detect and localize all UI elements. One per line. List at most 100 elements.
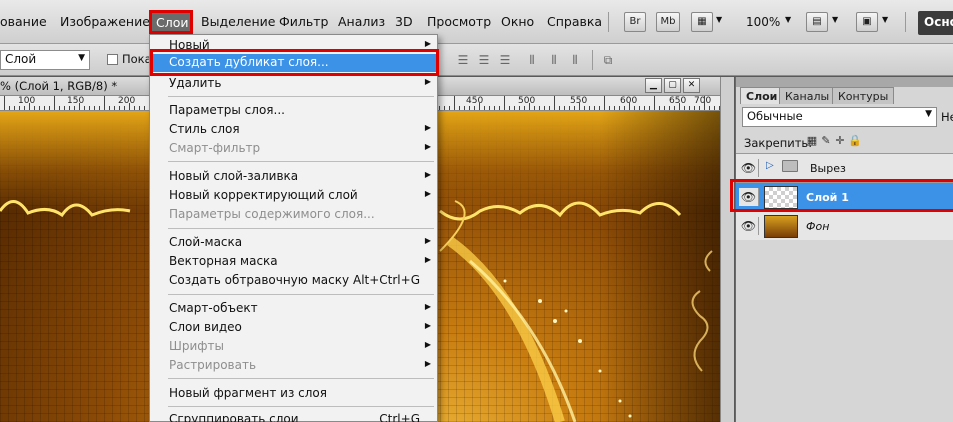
menu-item-label: Стиль слоя [169,122,240,136]
lock-all-icon[interactable]: 🔒 [848,135,862,147]
screen-mode-dropdown-icon[interactable]: ▼ [882,15,888,24]
menu-item-smart-objects[interactable]: Смарт-объект ▶ [150,300,437,318]
menu-help[interactable]: Справка [547,14,602,29]
ruler-tick [684,106,685,110]
menu-item-vector-mask[interactable]: Векторная маска ▶ [150,253,437,271]
workspace-button[interactable]: Осно [918,11,953,35]
ruler-tick [34,106,35,110]
tab-paths[interactable]: Контуры [832,87,895,104]
ruler-label: 100 [18,96,36,106]
minibridge-button[interactable]: Mb [656,12,680,32]
distribute-left-icon[interactable]: ⫴ [524,53,540,67]
ruler-tick [99,106,100,110]
ruler-tick [529,103,530,110]
expand-triangle-icon[interactable]: ▷ [766,160,774,171]
menu-3d[interactable]: 3D [395,14,413,29]
shortcut-label: Alt+Ctrl+G [352,273,420,287]
menu-item-delete[interactable]: Удалить ▶ [150,75,437,93]
lock-position-icon[interactable]: ✛ [834,135,846,147]
auto-align-icon[interactable]: ⧉ [600,53,616,67]
menu-filter[interactable]: Фильтр [279,14,328,29]
distribute-hcenter-icon[interactable]: ⫴ [546,53,562,67]
distribute-top-icon[interactable]: ☰ [455,53,471,67]
submenu-arrow-icon: ▶ [424,302,431,311]
menu-select[interactable]: Выделение [201,14,275,29]
show-transform-checkbox[interactable] [107,54,118,65]
ruler-tick [544,106,545,110]
chevron-down-icon: ▼ [78,53,85,63]
menu-separator [168,228,434,229]
document-vertical-scrollbar[interactable] [720,77,734,422]
ruler-tick [19,106,20,110]
menu-window[interactable]: Окно [501,14,534,29]
distribute-bottom-icon[interactable]: ☰ [497,53,513,67]
submenu-arrow-icon: ▶ [424,255,431,264]
ruler-tick [549,106,550,110]
menu-layers[interactable]: Слои [149,10,193,34]
blend-mode-dropdown[interactable]: Обычные ▼ [742,107,937,127]
view-extras-dropdown-icon[interactable]: ▼ [716,15,722,24]
menu-item-label: Параметры содержимого слоя... [169,207,375,221]
menu-view[interactable]: Просмотр [427,14,491,29]
close-icon[interactable]: ✕ [683,78,700,93]
lock-transparency-icon[interactable]: ▦ [806,135,818,147]
eye-icon[interactable]: 👁 [739,159,759,177]
ruler-tick [629,103,630,110]
layer-row-background[interactable]: 👁 Фон [736,211,953,240]
ruler-tick [54,96,55,110]
auto-select-dropdown[interactable]: Слой ▼ [0,50,90,70]
ruler-tick [24,106,25,110]
view-extras-icon[interactable]: ▦ [691,12,713,32]
menu-item-label: Новый слой-заливка [169,169,299,183]
ruler-tick [84,106,85,110]
menu-item-video-layers[interactable]: Слои видео ▶ [150,319,437,337]
ruler-tick [474,106,475,110]
menu-item-type[interactable]: Шрифты ▶ [150,338,437,356]
menu-item-layer-properties[interactable]: Параметры слоя... [150,102,437,120]
menu-separator [168,161,434,162]
menu-item-new-adjustment-layer[interactable]: Новый корректирующий слой ▶ [150,187,437,205]
menu-item-rasterize[interactable]: Растрировать ▶ [150,357,437,375]
screen-mode-icon[interactable]: ▣ [856,12,878,32]
ruler-tick [79,103,80,110]
arrange-documents-icon[interactable]: ▤ [806,12,828,32]
lock-pixels-icon[interactable]: ✎ [820,135,832,147]
distribute-right-icon[interactable]: ⫴ [567,53,583,67]
ruler-label: 700 [694,96,712,106]
menu-item-new-fill-layer[interactable]: Новый слой-заливка ▶ [150,168,437,186]
zoom-level[interactable]: 100% [746,15,780,29]
ruler-tick [109,106,110,110]
menu-item-label: Шрифты [169,339,224,353]
submenu-arrow-icon: ▶ [424,142,431,151]
ruler-tick [114,106,115,110]
menu-item-create-clipping-mask[interactable]: Создать обтравочную маску Alt+Ctrl+G [150,272,437,290]
menu-item-layer-style[interactable]: Стиль слоя ▶ [150,121,437,139]
tab-layers[interactable]: Слои [740,87,784,104]
menu-image[interactable]: Изображение [60,14,150,29]
layer-name: Фон [806,220,830,233]
menu-analysis[interactable]: Анализ [338,14,385,29]
menu-item-label: Смарт-фильтр [169,141,261,155]
eye-icon[interactable]: 👁 [739,217,759,235]
arrange-dropdown-icon[interactable]: ▼ [832,15,838,24]
distribute-vcenter-icon[interactable]: ☰ [476,53,492,67]
layer-row-group[interactable]: 👁 ▷ Вырез [736,153,953,182]
menu-item-new-layer-based-slice[interactable]: Новый фрагмент из слоя [150,385,437,403]
ruler-tick [44,106,45,110]
tab-channels[interactable]: Каналы [779,87,836,104]
menu-item-smart-filter[interactable]: Смарт-фильтр ▶ [150,140,437,158]
menu-item-group-layers[interactable]: Сгруппировать слои Ctrl+G [150,411,437,422]
ruler-tick [94,106,95,110]
minimize-icon[interactable]: ▁ [645,78,662,93]
maximize-icon[interactable]: ▢ [664,78,681,93]
bridge-button[interactable]: Br [624,12,646,32]
menu-item-label: Создать обтравочную маску [169,273,350,287]
menu-item-label: Смарт-объект [169,301,258,315]
menu-item-layer-mask[interactable]: Слой-маска ▶ [150,234,437,252]
layer-name: Вырез [810,162,846,175]
ruler-label: 650 [669,96,687,106]
menu-editing[interactable]: ование [0,14,47,29]
ruler-tick [144,106,145,110]
menu-item-layer-content-options[interactable]: Параметры содержимого слоя... [150,206,437,224]
zoom-dropdown-icon[interactable]: ▼ [785,15,791,24]
